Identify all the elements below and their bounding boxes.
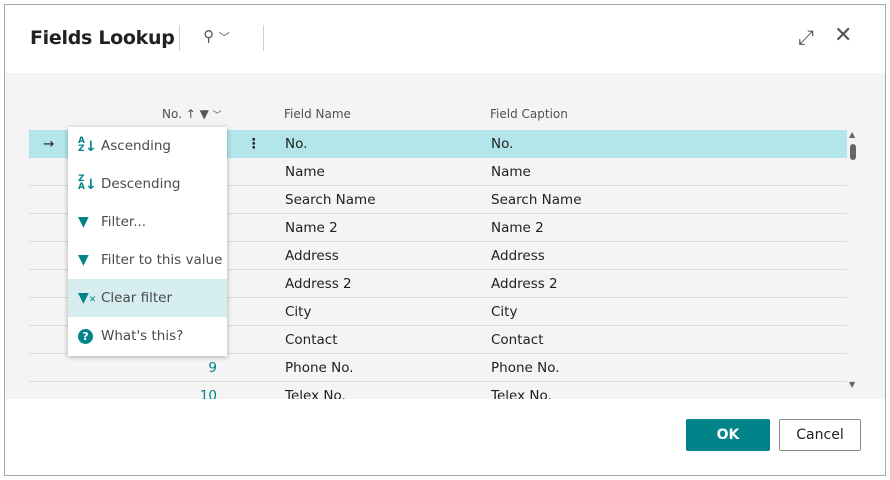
scrollbar[interactable]: ▲ ▼ — [847, 130, 859, 392]
scroll-thumb[interactable] — [850, 144, 856, 160]
close-icon[interactable]: ✕ — [834, 23, 852, 48]
field-caption: Address 2 — [491, 276, 558, 292]
menu-item-clear-filter[interactable]: ▼✕ Clear filter — [68, 279, 227, 317]
field-name: Telex No. — [285, 388, 346, 399]
dialog-title: Fields Lookup — [30, 27, 175, 49]
cancel-button[interactable]: Cancel — [779, 419, 861, 451]
field-caption: Contact — [491, 332, 544, 348]
column-context-menu: A Z↓ Ascending Z A↓ Descending ▼ Filter... ▼ Filt… — [68, 127, 227, 356]
field-name: Name — [285, 164, 325, 180]
search-button[interactable]: ⚲ ﹀ — [203, 27, 230, 45]
field-no[interactable]: 9 — [208, 360, 217, 376]
field-name: Contact — [285, 332, 338, 348]
field-name: Phone No. — [285, 360, 354, 376]
menu-item-label: Filter to this value — [101, 252, 223, 268]
divider — [263, 25, 264, 51]
field-name: No. — [285, 136, 308, 152]
table-row[interactable]: 10 Telex No. Telex No. — [29, 382, 847, 399]
field-caption: Phone No. — [491, 360, 560, 376]
field-caption: Name — [491, 164, 531, 180]
field-caption: Name 2 — [491, 220, 544, 236]
field-name: City — [285, 304, 312, 320]
column-header-no[interactable]: No. ↑ ▼ ﹀ — [162, 107, 222, 121]
clear-filter-icon: ▼✕ — [78, 290, 97, 306]
menu-item-filter[interactable]: ▼ Filter... — [68, 203, 227, 241]
row-actions-icon[interactable]: ⋮ — [247, 136, 261, 152]
menu-item-label: Ascending — [101, 138, 171, 154]
ok-button[interactable]: OK — [686, 419, 770, 451]
chevron-down-icon: ﹀ — [218, 31, 230, 44]
field-caption: Address — [491, 248, 545, 264]
field-name: Search Name — [285, 192, 376, 208]
column-header-field-name[interactable]: Field Name — [284, 107, 351, 121]
filter-icon: ▼ — [199, 107, 209, 121]
field-caption: Telex No. — [491, 388, 552, 399]
sort-ascending-icon: A Z↓ — [78, 136, 97, 156]
field-caption: Search Name — [491, 192, 582, 208]
filter-icon: ▼ — [78, 252, 89, 268]
row-arrow-icon: → — [43, 136, 55, 152]
expand-icon[interactable]: ⤢ — [798, 25, 814, 49]
menu-item-descending[interactable]: Z A↓ Descending — [68, 165, 227, 203]
menu-item-filter-to-this-value[interactable]: ▼ Filter to this value — [68, 241, 227, 279]
field-name: Name 2 — [285, 220, 338, 236]
field-caption: No. — [491, 136, 514, 152]
menu-item-ascending[interactable]: A Z↓ Ascending — [68, 127, 227, 165]
sort-descending-icon: Z A↓ — [78, 174, 97, 194]
column-label: No. ↑ — [162, 107, 196, 121]
menu-item-label: What's this? — [101, 328, 184, 344]
column-header-field-caption[interactable]: Field Caption — [490, 107, 568, 121]
search-icon: ⚲ — [203, 27, 214, 45]
menu-item-label: Descending — [101, 176, 181, 192]
field-name: Address — [285, 248, 339, 264]
table-row[interactable]: 9 Phone No. Phone No. — [29, 354, 847, 382]
field-caption: City — [491, 304, 518, 320]
menu-item-label: Filter... — [101, 214, 147, 230]
menu-item-what-s-this[interactable]: ? What's this? — [68, 317, 227, 355]
field-name: Address 2 — [285, 276, 352, 292]
chevron-down-icon: ﹀ — [212, 111, 222, 121]
scroll-down-icon[interactable]: ▼ — [849, 380, 855, 389]
scroll-up-icon[interactable]: ▲ — [849, 130, 855, 139]
field-no[interactable]: 10 — [200, 388, 217, 399]
help-icon: ? — [78, 328, 101, 344]
divider — [179, 25, 180, 51]
filter-icon: ▼ — [78, 214, 89, 230]
menu-item-label: Clear filter — [101, 290, 173, 306]
